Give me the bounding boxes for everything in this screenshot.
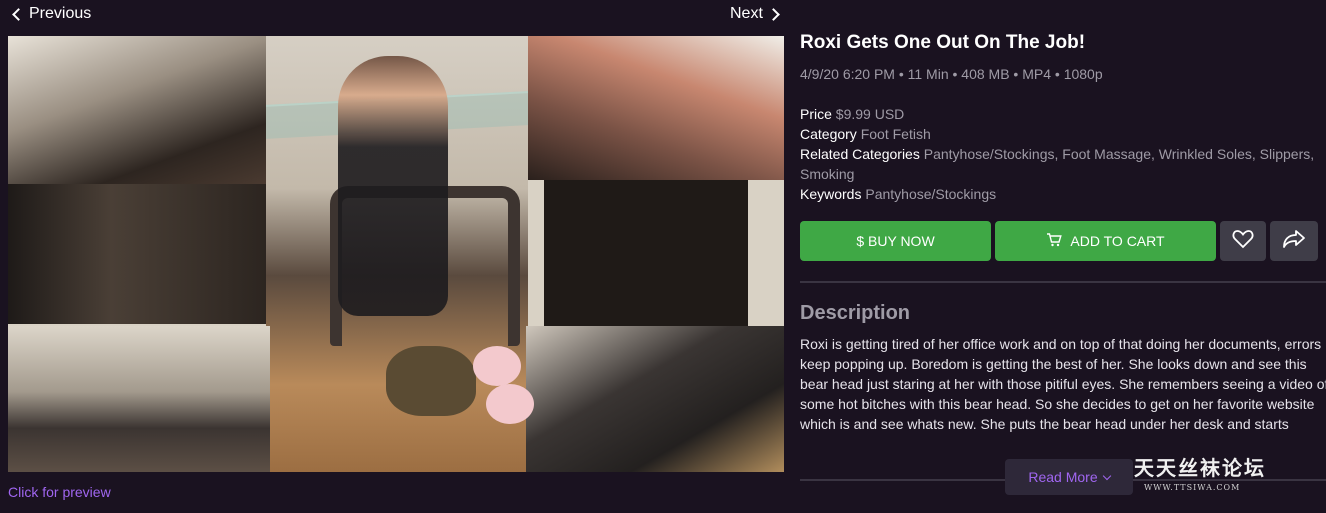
watermark-logo: 天天丝袜论坛 WWW.TTSIWA.COM — [1134, 452, 1294, 492]
collage-tile — [8, 36, 266, 184]
favorite-button[interactable] — [1220, 221, 1266, 261]
related-categories-row: Related Categories Pantyhose/Stockings, … — [800, 146, 1314, 162]
next-link[interactable]: Next — [730, 5, 782, 23]
category-row: Category Foot Fetish — [800, 126, 931, 142]
description-heading: Description — [800, 302, 911, 324]
chevron-left-icon — [12, 7, 25, 21]
add-to-cart-button[interactable]: ADD TO CART — [995, 221, 1216, 261]
category-link[interactable]: Foot Fetish — [861, 126, 931, 142]
previous-link[interactable]: Previous — [10, 5, 91, 23]
keywords-label: Keywords — [800, 186, 862, 202]
watermark-url: WWW.TTSIWA.COM — [1144, 483, 1241, 492]
category-label: Category — [800, 126, 857, 142]
description-line: bear head just staring at her with those… — [800, 376, 1326, 392]
heart-icon — [1232, 229, 1254, 254]
read-more-label: Read More — [1028, 469, 1098, 485]
next-label: Next — [730, 5, 763, 22]
product-meta: 4/9/20 6:20 PM • 11 Min • 408 MB • MP4 •… — [800, 66, 1103, 82]
description-line: keep popping up. Boredom is getting the … — [800, 356, 1307, 372]
collage-tile — [544, 180, 748, 326]
person-shape — [338, 56, 448, 316]
price-row: Price $9.99 USD — [800, 106, 904, 122]
related-categories-links-continued[interactable]: Smoking — [800, 166, 854, 182]
click-for-preview-link[interactable]: Click for preview — [8, 484, 111, 500]
slipper-shape — [473, 346, 521, 386]
collage-tile — [8, 184, 266, 324]
slipper-shape — [486, 384, 534, 424]
product-title: Roxi Gets One Out On The Job! — [800, 32, 1086, 53]
read-more-button[interactable]: Read More — [1005, 459, 1133, 495]
buy-now-button[interactable]: $ BUY NOW — [800, 221, 991, 261]
description-line: which is and see whats new. She puts the… — [800, 416, 1289, 432]
divider — [800, 281, 1326, 283]
related-categories-label: Related Categories — [800, 146, 920, 162]
chevron-down-icon — [1102, 471, 1111, 480]
buy-now-label: $ BUY NOW — [856, 233, 935, 249]
preview-collage-image[interactable] — [8, 36, 784, 472]
cart-icon — [1046, 232, 1063, 250]
keywords-link[interactable]: Pantyhose/Stockings — [865, 186, 996, 202]
price-label: Price — [800, 106, 832, 122]
keywords-row: Keywords Pantyhose/Stockings — [800, 186, 996, 202]
collage-tile — [528, 36, 784, 180]
price-value: $9.99 USD — [835, 106, 905, 122]
bear-head-shape — [386, 346, 476, 416]
collage-tile — [526, 326, 784, 472]
previous-label: Previous — [29, 5, 92, 22]
description-line: Roxi is getting tired of her office work… — [800, 336, 1322, 352]
collage-tile — [8, 326, 270, 472]
watermark-text: 天天丝袜论坛 — [1134, 456, 1266, 480]
chevron-right-icon — [767, 7, 780, 21]
add-to-cart-label: ADD TO CART — [1070, 233, 1165, 249]
share-icon — [1282, 229, 1306, 254]
description-line: some hot bitches with this bear head. So… — [800, 396, 1315, 412]
related-categories-links[interactable]: Pantyhose/Stockings, Foot Massage, Wrink… — [924, 146, 1314, 162]
share-button[interactable] — [1270, 221, 1318, 261]
